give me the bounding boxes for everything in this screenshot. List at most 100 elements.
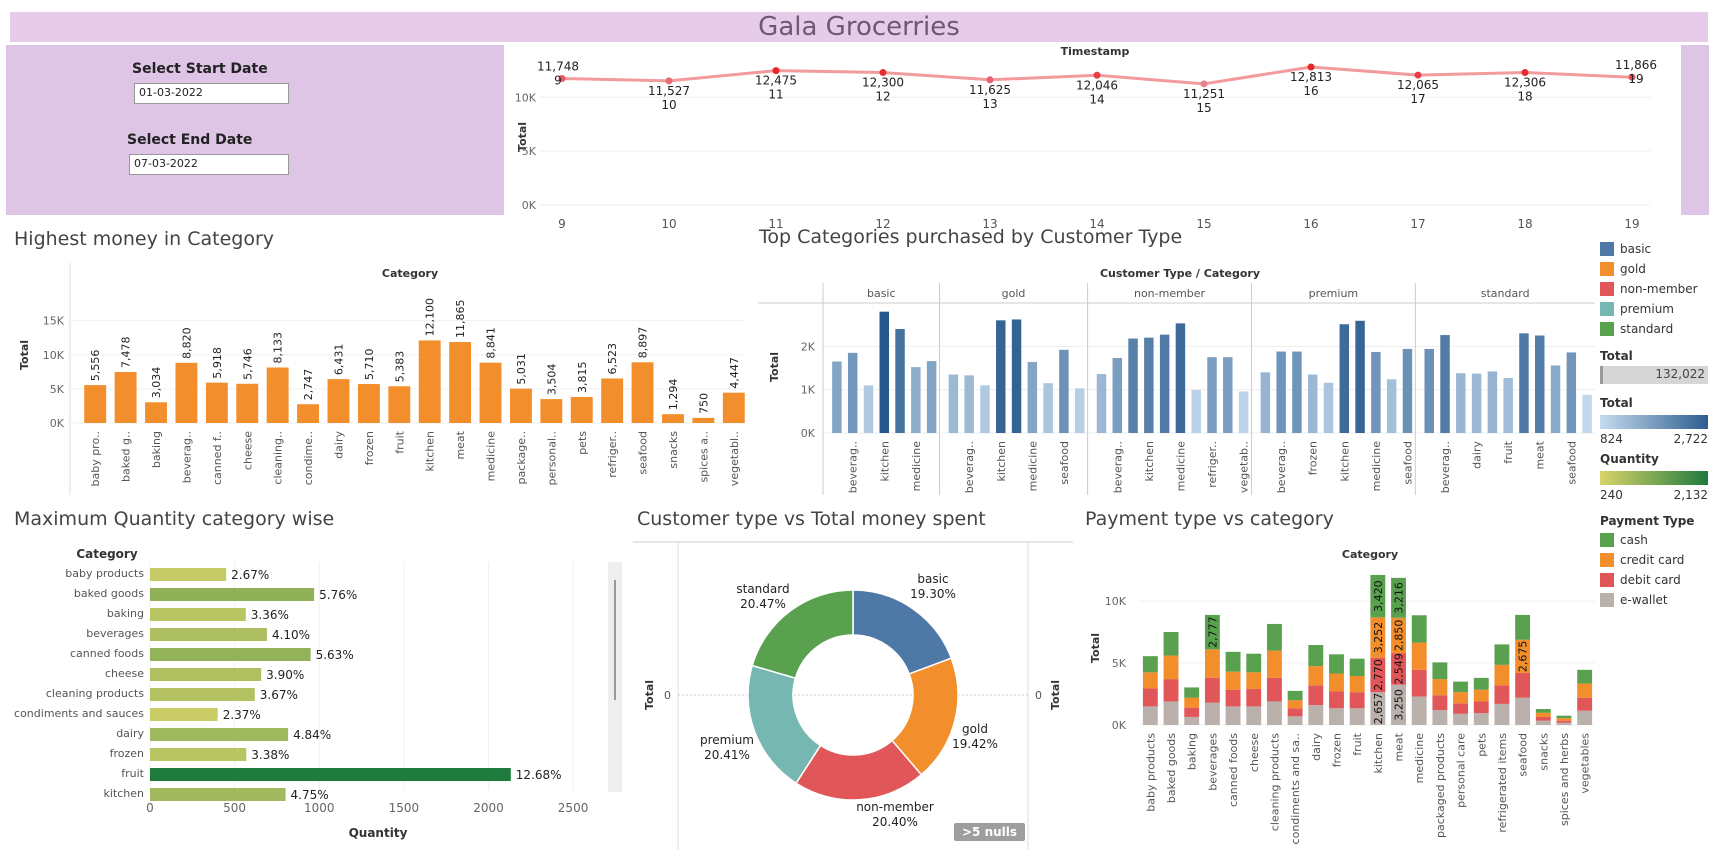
line-x-label-inline: 19: [1628, 72, 1643, 86]
bar: [449, 342, 472, 423]
stack-value-label: 2,850: [1393, 620, 1406, 652]
stack-segment: [1287, 690, 1303, 701]
stack-category-label: frozen: [1330, 733, 1343, 767]
stack-segment: [1556, 718, 1572, 721]
quantity-legend-title: Quantity: [1600, 452, 1659, 466]
start-date-input[interactable]: 01-03-2022: [134, 83, 289, 104]
legend-item-non-member[interactable]: non-member: [1600, 279, 1708, 299]
stack-segment: [1453, 692, 1469, 704]
legend-item-standard[interactable]: standard: [1600, 319, 1708, 339]
bar-value-label: 12,100: [424, 298, 437, 337]
quantity-color-scale: [1600, 471, 1708, 485]
legend-item-premium[interactable]: premium: [1600, 299, 1708, 319]
quantity-scale-max: 2,132: [1673, 488, 1708, 502]
legend-swatch: [1600, 282, 1614, 296]
legend-item-credit-card[interactable]: credit card: [1600, 550, 1708, 570]
payment-legend-title: Payment Type: [1600, 514, 1695, 528]
stack-value-label: 2,549: [1393, 653, 1406, 685]
donut-slice-label: premium: [700, 733, 754, 747]
group-bar: [1059, 349, 1069, 433]
group-bar: [1471, 373, 1482, 433]
legend-swatch: [1600, 302, 1614, 316]
bar-value-label: 6,431: [332, 344, 345, 376]
stack-value-label: 2,777: [1206, 616, 1219, 648]
nulls-badge[interactable]: >5 nulls: [954, 823, 1026, 841]
bar-value-label: 750: [697, 393, 710, 414]
hbar-x-tick: 1000: [304, 801, 335, 815]
group-category-label: kitchen: [995, 441, 1008, 482]
hbar-value-label: 3.36%: [251, 608, 289, 622]
stack-segment: [1266, 677, 1282, 702]
group-bar: [1207, 357, 1217, 433]
stack-category-label: spices and herbs: [1558, 733, 1571, 826]
bar-value-label: 7,478: [120, 336, 133, 368]
total-scale-max: 2,722: [1673, 432, 1708, 446]
group-bar: [1582, 394, 1592, 433]
legend-item-e-wallet[interactable]: e-wallet: [1600, 590, 1708, 610]
stack-category-label: seafood: [1517, 733, 1530, 777]
stack-segment: [1246, 672, 1262, 690]
bar-y-tick: 0K: [50, 417, 65, 430]
stack-segment: [1266, 623, 1282, 651]
donut-slice-percent: 20.47%: [740, 597, 786, 611]
hbar-bar: [150, 768, 511, 781]
stack-segment: [1142, 706, 1158, 725]
stack-category-label: baby products: [1144, 733, 1157, 812]
stack-segment: [1535, 712, 1551, 717]
bar-category-label: snacks: [667, 431, 680, 469]
group-category-label: refriger..: [1206, 441, 1219, 488]
hbar-bar: [150, 568, 227, 581]
stack-chart-title: Category: [1342, 548, 1398, 561]
bar-y-axis-label: Total: [18, 340, 31, 370]
legend-item-gold[interactable]: gold: [1600, 259, 1708, 279]
title-max-quantity: Maximum Quantity category wise: [14, 508, 335, 530]
bar: [297, 404, 320, 423]
bar-value-label: 3,504: [545, 364, 558, 396]
total2-legend-title: Total: [1600, 396, 1633, 410]
group-category-label: seafood: [1058, 441, 1071, 485]
group-header: standard: [1481, 287, 1530, 300]
hbar-chart-title: Category: [76, 547, 138, 561]
line-x-tick: 15: [1196, 217, 1211, 231]
stack-segment: [1473, 713, 1489, 725]
legend-swatch: [1600, 322, 1614, 336]
line-value-label: 12,300: [862, 76, 904, 90]
legend-item-debit-card[interactable]: debit card: [1600, 570, 1708, 590]
legend-item-basic[interactable]: basic: [1600, 239, 1708, 259]
end-date-input[interactable]: 07-03-2022: [129, 154, 289, 175]
group-category-label: medicine: [1026, 441, 1039, 492]
group-bar: [1292, 351, 1302, 433]
bar: [509, 388, 532, 423]
bar-category-label: personal..: [545, 431, 558, 486]
bar: [540, 399, 563, 423]
group-bar: [879, 311, 889, 433]
hbar-category-label: dairy: [116, 727, 144, 740]
stack-segment: [1535, 720, 1551, 725]
group-y-axis-label: Total: [768, 352, 781, 382]
stack-segment: [1577, 683, 1593, 698]
hbar-x-tick: 0: [146, 801, 154, 815]
stack-category-label: personal care: [1455, 733, 1468, 808]
line-x-label-inline: 9: [554, 73, 562, 87]
stack-y-axis-label: Total: [1089, 633, 1102, 663]
hbar-value-label: 3.67%: [260, 688, 298, 702]
bar: [722, 392, 745, 423]
group-category-label: meat: [1534, 440, 1547, 469]
group-bar: [964, 375, 974, 433]
group-bar: [1191, 390, 1201, 433]
title-highest-money: Highest money in Category: [14, 228, 275, 250]
start-date-label: Select Start Date: [132, 61, 268, 77]
legend-item-cash[interactable]: cash: [1600, 530, 1708, 550]
stack-segment: [1329, 708, 1344, 725]
bar-y-tick: 5K: [50, 383, 65, 396]
stack-segment: [1142, 672, 1158, 689]
line-x-label-inline: 13: [982, 97, 997, 111]
group-bar: [1503, 377, 1513, 433]
line-x-label-inline: 10: [661, 98, 676, 112]
stack-segment: [1246, 653, 1262, 673]
group-bar: [948, 374, 959, 433]
bar-category-label: baking: [150, 431, 163, 468]
group-bar: [1355, 320, 1365, 433]
stack-value-label: 3,250: [1393, 689, 1406, 721]
donut-slice-label: standard: [736, 582, 789, 596]
